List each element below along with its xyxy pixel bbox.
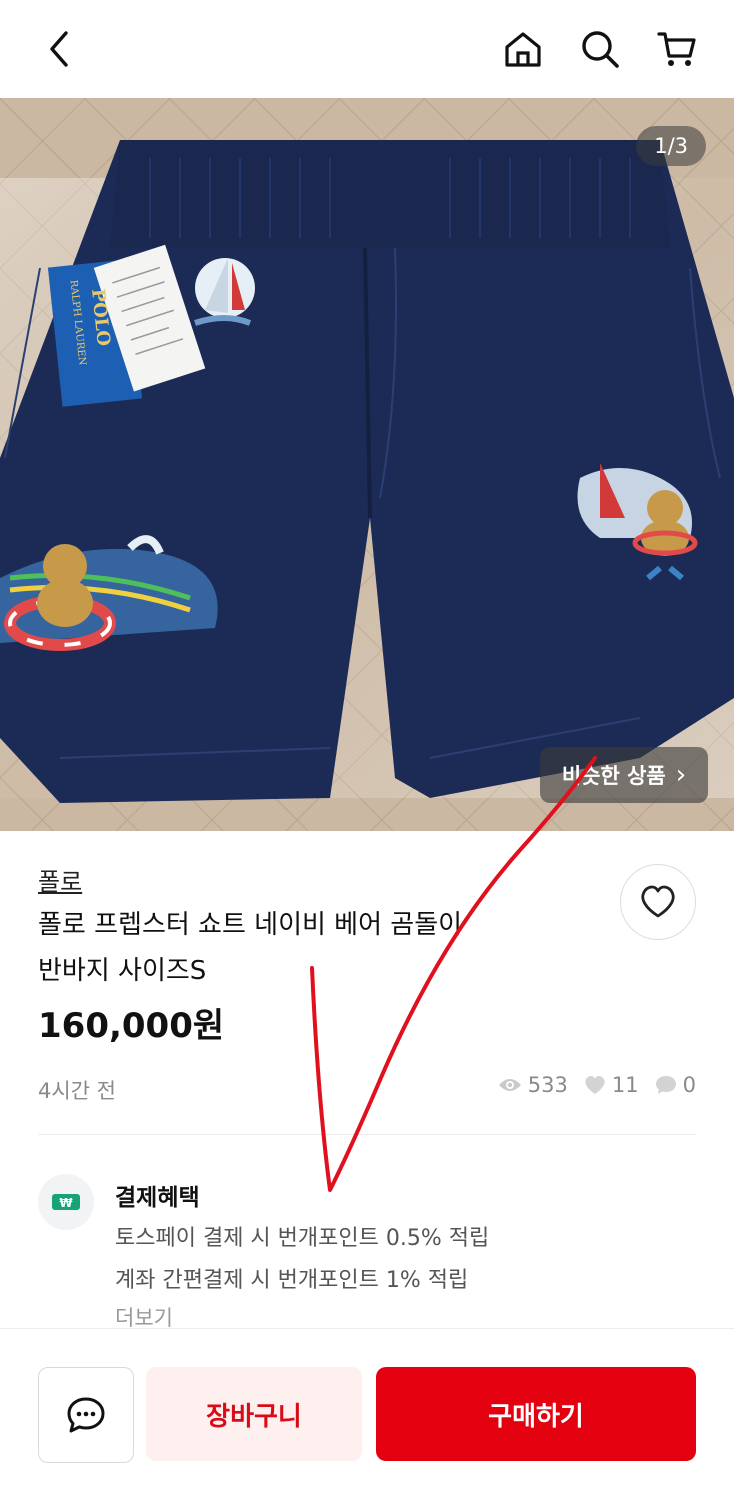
views-stat: 533 <box>498 1073 568 1097</box>
chat-bubble-icon <box>655 1076 676 1094</box>
search-icon <box>582 31 619 68</box>
views-count: 533 <box>527 1073 568 1097</box>
heart-small-icon <box>585 1076 605 1094</box>
similar-products-label: 비슷한 상품 <box>561 764 666 788</box>
chevron-right-icon: › <box>675 760 687 790</box>
cart-icon <box>657 32 696 66</box>
back-button[interactable] <box>32 22 86 76</box>
chat-icon <box>67 1397 105 1433</box>
posted-time: 4시간 전 <box>38 1079 116 1103</box>
likes-stat: 11 <box>584 1073 639 1097</box>
chats-count: 0 <box>682 1073 696 1097</box>
product-title-line1: 폴로 프렙스터 쇼트 네이비 베어 곰돌이 <box>38 910 463 940</box>
chats-stat: 0 <box>655 1073 696 1097</box>
cart-button[interactable] <box>650 22 704 76</box>
similar-products-button[interactable]: 비슷한 상품 › <box>540 747 708 803</box>
svg-text:₩: ₩ <box>59 1196 73 1210</box>
product-title-line2: 반바지 사이즈S <box>38 956 207 986</box>
image-counter: 1/3 <box>636 126 706 166</box>
home-button[interactable] <box>496 22 550 76</box>
payment-benefit-title: 결제혜택 <box>115 1185 200 1211</box>
like-button[interactable] <box>620 864 696 940</box>
buy-now-button[interactable]: 구매하기 <box>376 1367 696 1461</box>
product-photo: POLO RALPH LAUREN <box>0 98 734 831</box>
top-app-bar <box>0 0 734 98</box>
heart-icon <box>641 885 675 918</box>
won-badge-icon: ₩ <box>52 1194 80 1210</box>
product-price: 160,000원 <box>38 1006 225 1046</box>
benefit-line-toss: 토스페이 결제 시 번개포인트 0.5% 적립 <box>115 1226 490 1251</box>
product-title: 폴로 프렙스터 쇼트 네이비 베어 곰돌이 반바지 사이즈S <box>38 902 578 994</box>
eye-icon <box>498 1079 521 1091</box>
brand-link[interactable]: 폴로 <box>38 862 82 897</box>
section-divider <box>38 1134 696 1135</box>
home-icon <box>505 32 541 67</box>
benefit-line-account: 계좌 간편결제 시 번개포인트 1% 적립 <box>115 1268 469 1293</box>
add-to-cart-button[interactable]: 장바구니 <box>146 1367 362 1461</box>
search-button[interactable] <box>573 22 627 76</box>
product-stats: 533 11 0 <box>488 1073 696 1097</box>
likes-count: 11 <box>611 1073 639 1097</box>
bottom-action-bar: 장바구니 구매하기 <box>0 1328 734 1501</box>
payment-benefit-icon-wrap: ₩ <box>38 1174 94 1230</box>
chevron-left-icon <box>50 31 68 67</box>
product-image-gallery[interactable]: POLO RALPH LAUREN 1/3 비슷한 상품 › <box>0 98 734 831</box>
chat-button[interactable] <box>38 1367 134 1463</box>
